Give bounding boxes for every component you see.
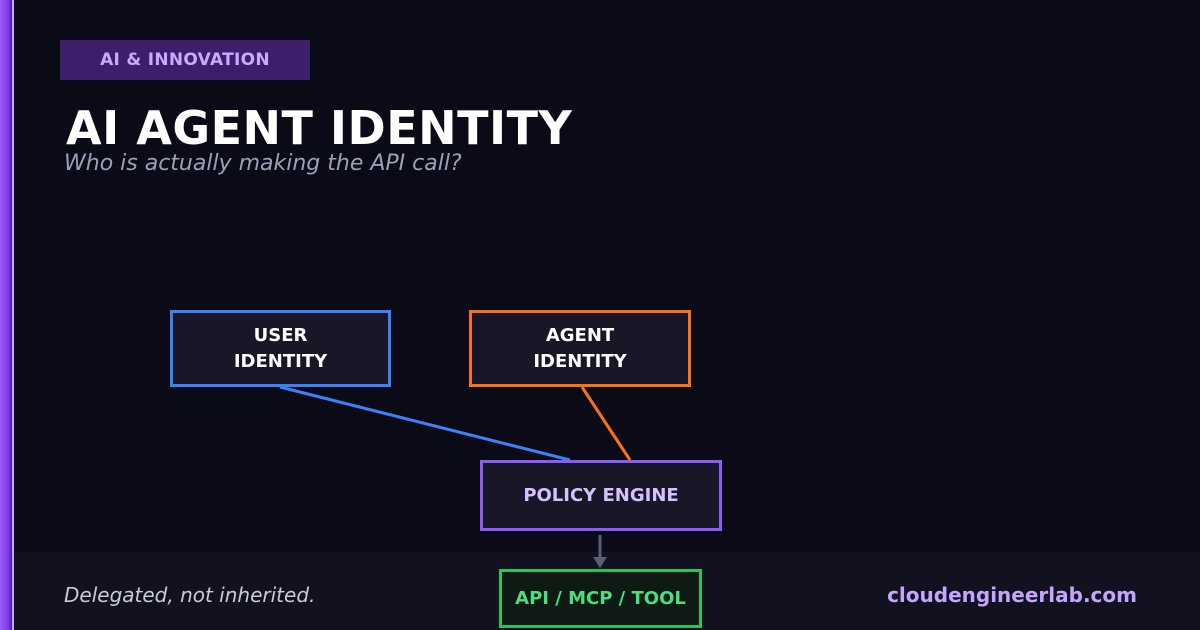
edge-agent-to-policy: [580, 386, 632, 461]
agent-identity-node: AGENT IDENTITY: [469, 310, 691, 387]
policy-engine-node: POLICY ENGINE: [480, 460, 722, 531]
api-mcp-tool-node: API / MCP / TOOL: [499, 569, 702, 628]
policy-engine-label: POLICY ENGINE: [523, 484, 679, 506]
arrowhead-down-icon: [593, 557, 607, 568]
footer-site-link[interactable]: cloudengineerlab.com: [887, 583, 1137, 607]
edge-user-to-policy: [279, 385, 571, 462]
agent-identity-line1: AGENT: [545, 324, 615, 346]
footer-tagline: Delegated, not inherited.: [64, 583, 316, 607]
agent-identity-line2: IDENTITY: [533, 350, 627, 372]
user-identity-node: USER IDENTITY: [170, 310, 391, 387]
api-mcp-tool-label: API / MCP / TOOL: [515, 587, 686, 609]
user-identity-line1: USER: [253, 324, 308, 346]
user-identity-line2: IDENTITY: [233, 350, 328, 372]
